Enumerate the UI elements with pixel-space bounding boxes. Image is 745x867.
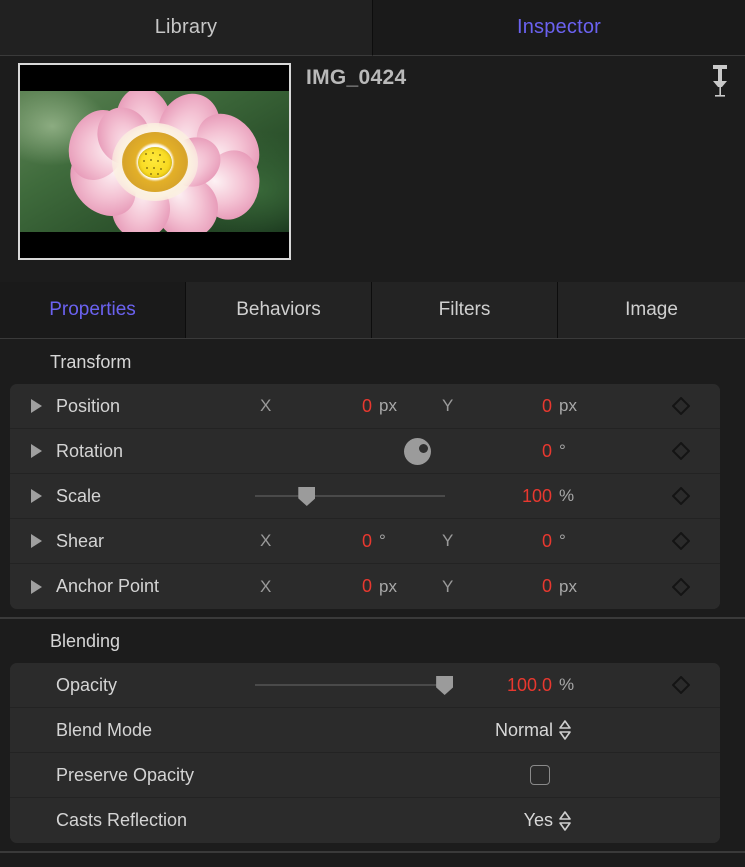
inspector-panel: Library Inspector xyxy=(0,0,745,867)
position-y-axis-label: Y xyxy=(442,396,453,416)
section-header-transform: Transform xyxy=(0,340,745,384)
blend-mode-value[interactable]: Normal xyxy=(495,720,553,741)
param-label-rotation: Rotation xyxy=(56,441,123,462)
shear-y-unit: ° xyxy=(559,531,566,551)
casts-reflection-stepper-icon[interactable] xyxy=(558,811,572,831)
param-row-casts-reflection[interactable]: Casts Reflection Yes xyxy=(10,798,720,843)
inspector-header: IMG_0424 xyxy=(0,56,745,282)
keyframe-diamond-icon[interactable] xyxy=(672,676,690,694)
param-row-preserve-opacity[interactable]: Preserve Opacity xyxy=(10,753,720,798)
pane-tab-inspector-label: Inspector xyxy=(517,16,601,39)
anchor-x-axis-label: X xyxy=(260,577,271,597)
param-label-preserve-opacity: Preserve Opacity xyxy=(56,765,194,786)
position-x-value[interactable]: 0 xyxy=(310,396,372,417)
anchor-x-unit: px xyxy=(379,577,397,597)
param-label-casts-reflection: Casts Reflection xyxy=(56,810,187,831)
shear-x-unit: ° xyxy=(379,531,386,551)
rotation-dial[interactable] xyxy=(404,438,431,465)
blend-mode-stepper-icon[interactable] xyxy=(558,720,572,740)
thumbnail-photo xyxy=(20,91,289,232)
scale-slider-thumb[interactable] xyxy=(298,487,315,506)
pane-tab-library-label: Library xyxy=(155,16,218,39)
param-label-scale: Scale xyxy=(56,486,101,507)
scale-unit: % xyxy=(559,486,574,506)
shear-x-axis-label: X xyxy=(260,531,271,551)
parameter-list: Transform Position X 0 px Y 0 px xyxy=(0,339,745,853)
section-header-blending: Blending xyxy=(0,619,745,663)
tab-properties[interactable]: Properties xyxy=(0,282,186,338)
keyframe-diamond-icon[interactable] xyxy=(672,397,690,415)
param-label-position: Position xyxy=(56,396,120,417)
tab-filters-label: Filters xyxy=(439,299,491,321)
tab-image-label: Image xyxy=(625,299,678,321)
param-label-anchor-point: Anchor Point xyxy=(56,576,159,597)
opacity-unit: % xyxy=(559,675,574,695)
param-row-blend-mode[interactable]: Blend Mode Normal xyxy=(10,708,720,753)
scale-slider-track xyxy=(255,495,445,497)
clip-title: IMG_0424 xyxy=(306,66,406,90)
anchor-y-axis-label: Y xyxy=(442,577,453,597)
tab-behaviors-label: Behaviors xyxy=(236,299,321,321)
param-label-opacity: Opacity xyxy=(56,675,117,696)
anchor-y-unit: px xyxy=(559,577,577,597)
keyframe-diamond-icon[interactable] xyxy=(672,487,690,505)
rotation-unit: ° xyxy=(559,441,566,461)
param-row-anchor-point[interactable]: Anchor Point X 0 px Y 0 px xyxy=(10,564,720,609)
disclosure-triangle-icon[interactable] xyxy=(31,489,42,503)
param-row-scale[interactable]: Scale 100 % xyxy=(10,474,720,519)
tab-behaviors[interactable]: Behaviors xyxy=(186,282,372,338)
blending-rows: Opacity 100.0 % Blend Mode Normal xyxy=(10,663,720,843)
scale-slider[interactable] xyxy=(255,486,445,506)
letterbox-bar-top xyxy=(20,65,289,91)
preserve-opacity-checkbox[interactable] xyxy=(530,765,550,785)
rotation-dial-indicator xyxy=(419,444,428,453)
section-header-transform-label: Transform xyxy=(50,352,131,373)
param-row-rotation[interactable]: Rotation 0 ° xyxy=(10,429,720,474)
position-y-value[interactable]: 0 xyxy=(490,396,552,417)
casts-reflection-value[interactable]: Yes xyxy=(524,810,553,831)
param-row-opacity[interactable]: Opacity 100.0 % xyxy=(10,663,720,708)
disclosure-triangle-icon[interactable] xyxy=(31,444,42,458)
scale-value[interactable]: 100 xyxy=(440,486,552,507)
inspector-tab-bar: Properties Behaviors Filters Image xyxy=(0,282,745,339)
opacity-slider-track xyxy=(255,684,450,686)
pane-tab-inspector[interactable]: Inspector xyxy=(373,0,745,56)
opacity-slider[interactable] xyxy=(255,675,450,695)
position-y-unit: px xyxy=(559,396,577,416)
rotation-value[interactable]: 0 xyxy=(460,441,552,462)
disclosure-triangle-icon[interactable] xyxy=(31,399,42,413)
position-x-axis-label: X xyxy=(260,396,271,416)
bottom-divider xyxy=(0,851,745,853)
transform-rows: Position X 0 px Y 0 px Rotation xyxy=(10,384,720,609)
tab-image[interactable]: Image xyxy=(558,282,745,338)
position-x-unit: px xyxy=(379,396,397,416)
clip-thumbnail[interactable] xyxy=(18,63,291,260)
param-label-shear: Shear xyxy=(56,531,104,552)
param-label-blend-mode: Blend Mode xyxy=(56,720,152,741)
keyframe-diamond-icon[interactable] xyxy=(672,578,690,596)
anchor-x-value[interactable]: 0 xyxy=(310,576,372,597)
tab-properties-label: Properties xyxy=(49,299,136,321)
pushpin-icon[interactable] xyxy=(707,63,733,101)
keyframe-diamond-icon[interactable] xyxy=(672,442,690,460)
param-row-position[interactable]: Position X 0 px Y 0 px xyxy=(10,384,720,429)
pane-tab-library[interactable]: Library xyxy=(0,0,373,56)
letterbox-bar-bottom xyxy=(20,232,289,258)
tab-filters[interactable]: Filters xyxy=(372,282,558,338)
shear-y-value[interactable]: 0 xyxy=(490,531,552,552)
pane-tab-bar: Library Inspector xyxy=(0,0,745,56)
disclosure-triangle-icon[interactable] xyxy=(31,534,42,548)
param-row-shear[interactable]: Shear X 0 ° Y 0 ° xyxy=(10,519,720,564)
section-header-blending-label: Blending xyxy=(50,631,120,652)
anchor-y-value[interactable]: 0 xyxy=(490,576,552,597)
opacity-value[interactable]: 100.0 xyxy=(440,675,552,696)
flower-seedpod xyxy=(138,147,172,178)
shear-x-value[interactable]: 0 xyxy=(310,531,372,552)
disclosure-triangle-icon[interactable] xyxy=(31,580,42,594)
shear-y-axis-label: Y xyxy=(442,531,453,551)
keyframe-diamond-icon[interactable] xyxy=(672,532,690,550)
